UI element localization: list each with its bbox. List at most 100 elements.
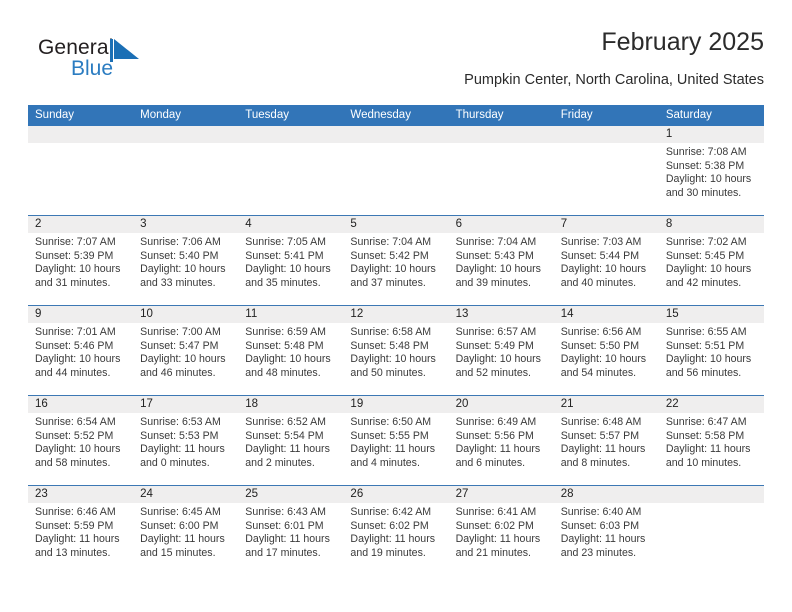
day-detail-line: and 23 minutes. [560,546,637,559]
brand-name-blue: Blue [71,57,114,80]
day-cell[interactable]: Sunrise: 7:07 AM Sunset: 5:39 PM Daylight:… [28,233,133,305]
weekday-header-saturday: Saturday [665,109,712,121]
day-number[interactable]: 23 [28,486,133,503]
day-cell[interactable]: Sunrise: 6:43 AM Sunset: 6:01 PM Daylight:… [238,503,343,575]
day-cell[interactable]: Sunrise: 6:54 AM Sunset: 5:52 PM Daylight:… [28,413,133,485]
day-number[interactable]: 15 [659,306,764,323]
day-detail-line: Sunset: 5:48 PM [245,339,324,352]
day-number[interactable]: 17 [133,396,238,413]
date-detail-band: Sunrise: 7:01 AM Sunset: 5:46 PM Daylight:… [28,323,764,395]
day-cell[interactable]: Sunrise: 7:00 AM Sunset: 5:47 PM Daylight:… [133,323,238,395]
day-number[interactable]: 4 [238,216,343,233]
day-cell[interactable]: Sunrise: 7:08 AM Sunset: 5:38 PM Daylight:… [659,143,764,215]
day-detail-line: Sunset: 5:53 PM [140,429,219,442]
day-number[interactable]: 28 [554,486,659,503]
day-cell[interactable]: Sunrise: 7:04 AM Sunset: 5:42 PM Daylight:… [343,233,448,305]
day-cell[interactable]: Sunrise: 7:04 AM Sunset: 5:43 PM Daylight:… [449,233,554,305]
calendar-page: General Blue February 2025 Pumpkin Cente… [0,0,792,612]
day-detail-line: Daylight: 10 hours [455,353,541,366]
day-cell[interactable]: Sunrise: 6:49 AM Sunset: 5:56 PM Daylight:… [449,413,554,485]
day-cell[interactable]: Sunrise: 6:46 AM Sunset: 5:59 PM Daylight:… [28,503,133,575]
day-detail-line: Sunset: 5:50 PM [560,339,640,352]
day-cell[interactable]: Sunrise: 7:02 AM Sunset: 5:45 PM Daylight:… [659,233,764,305]
day-detail-line: Sunset: 5:38 PM [665,159,745,172]
day-detail-line: Sunset: 5:58 PM [665,429,745,442]
day-number[interactable]: 9 [28,306,133,323]
date-detail-band: Sunrise: 6:54 AM Sunset: 5:52 PM Daylight:… [28,413,764,485]
day-number[interactable]: 24 [133,486,238,503]
day-cell [659,503,764,575]
day-cell[interactable]: Sunrise: 6:48 AM Sunset: 5:57 PM Daylight:… [554,413,659,485]
day-detail-line: Sunrise: 6:47 AM [665,416,747,428]
day-detail-line: Sunset: 5:52 PM [35,429,114,442]
calendar-week-row: 16 17 18 19 20 21 22 Sunrise: 6:54 AM Sunset: 5:… [28,395,764,485]
day-detail-line: Sunrise: 7:07 AM [35,236,116,248]
day-detail-line: Sunrise: 7:08 AM [665,146,747,158]
day-number[interactable]: 27 [449,486,554,503]
day-number [659,486,764,503]
day-cell[interactable]: Sunrise: 6:55 AM Sunset: 5:51 PM Daylight:… [659,323,764,395]
day-number[interactable]: 22 [659,396,764,413]
day-detail-line: and 48 minutes. [245,366,321,379]
date-number-band: 1 [28,126,764,143]
day-cell[interactable]: Sunrise: 6:42 AM Sunset: 6:02 PM Daylight:… [343,503,448,575]
day-cell[interactable]: Sunrise: 6:45 AM Sunset: 6:00 PM Daylight:… [133,503,238,575]
day-detail-line: and 10 minutes. [665,456,742,469]
day-cell[interactable]: Sunrise: 6:57 AM Sunset: 5:49 PM Daylight:… [449,323,554,395]
day-cell[interactable]: Sunrise: 7:05 AM Sunset: 5:41 PM Daylight:… [238,233,343,305]
day-number[interactable]: 26 [343,486,448,503]
day-detail-line: and 13 minutes. [35,546,111,559]
day-detail-line: Sunset: 6:02 PM [455,519,534,532]
day-cell[interactable]: Sunrise: 6:40 AM Sunset: 6:03 PM Daylight:… [554,503,659,575]
day-cell[interactable]: Sunrise: 6:52 AM Sunset: 5:54 PM Daylight:… [238,413,343,485]
day-number[interactable]: 2 [28,216,133,233]
date-number-band: 9 10 11 12 13 14 15 [28,306,764,323]
day-number[interactable]: 6 [449,216,554,233]
brand-logo[interactable]: General Blue [38,36,238,92]
day-detail-line: Sunset: 5:44 PM [560,249,640,262]
day-number[interactable]: 21 [554,396,659,413]
day-detail-line: Sunset: 5:47 PM [140,339,219,352]
day-number[interactable]: 18 [238,396,343,413]
day-cell[interactable]: Sunrise: 6:47 AM Sunset: 5:58 PM Daylight:… [659,413,764,485]
day-detail-line: and 39 minutes. [455,276,531,289]
day-cell[interactable]: Sunrise: 6:50 AM Sunset: 5:55 PM Daylight:… [343,413,448,485]
day-detail-line: Sunset: 5:40 PM [140,249,219,262]
day-cell[interactable]: Sunrise: 6:41 AM Sunset: 6:02 PM Daylight:… [449,503,554,575]
day-cell[interactable]: Sunrise: 6:53 AM Sunset: 5:53 PM Daylight:… [133,413,238,485]
day-cell[interactable]: Sunrise: 7:01 AM Sunset: 5:46 PM Daylight:… [28,323,133,395]
day-number[interactable]: 3 [133,216,238,233]
day-number[interactable]: 14 [554,306,659,323]
day-number[interactable]: 16 [28,396,133,413]
day-number[interactable]: 12 [343,306,448,323]
weekday-header-tuesday: Tuesday [245,109,289,121]
day-cell[interactable]: Sunrise: 6:59 AM Sunset: 5:48 PM Daylight:… [238,323,343,395]
day-detail-line: and 17 minutes. [245,546,321,559]
day-detail-line: and 58 minutes. [35,456,111,469]
day-detail-line: and 0 minutes. [140,456,210,469]
date-number-band: 23 24 25 26 27 28 [28,486,764,503]
day-cell [238,143,343,215]
day-number[interactable]: 10 [133,306,238,323]
day-number[interactable]: 11 [238,306,343,323]
day-number[interactable]: 25 [238,486,343,503]
day-cell[interactable]: Sunrise: 7:03 AM Sunset: 5:44 PM Daylight:… [554,233,659,305]
day-cell[interactable]: Sunrise: 6:56 AM Sunset: 5:50 PM Daylight:… [554,323,659,395]
calendar-week-row: 9 10 11 12 13 14 15 Sunrise: 7:01 AM Sunset: 5:4… [28,305,764,395]
day-number[interactable]: 7 [554,216,659,233]
day-number[interactable]: 8 [659,216,764,233]
day-detail-line: and 52 minutes. [455,366,531,379]
day-cell[interactable]: Sunrise: 6:58 AM Sunset: 5:48 PM Daylight:… [343,323,448,395]
day-number[interactable]: 5 [343,216,448,233]
day-number[interactable]: 20 [449,396,554,413]
date-detail-band: Sunrise: 7:08 AM Sunset: 5:38 PM Daylight:… [28,143,764,215]
day-number[interactable]: 19 [343,396,448,413]
day-number[interactable]: 1 [659,126,764,143]
day-detail-line: and 40 minutes. [560,276,637,289]
day-number[interactable]: 13 [449,306,554,323]
day-detail-line: and 50 minutes. [350,366,426,379]
day-detail-line: Sunrise: 7:04 AM [455,236,537,248]
day-detail-line: and 56 minutes. [665,366,742,379]
day-detail-line: Daylight: 10 hours [35,263,121,276]
day-cell[interactable]: Sunrise: 7:06 AM Sunset: 5:40 PM Daylight:… [133,233,238,305]
